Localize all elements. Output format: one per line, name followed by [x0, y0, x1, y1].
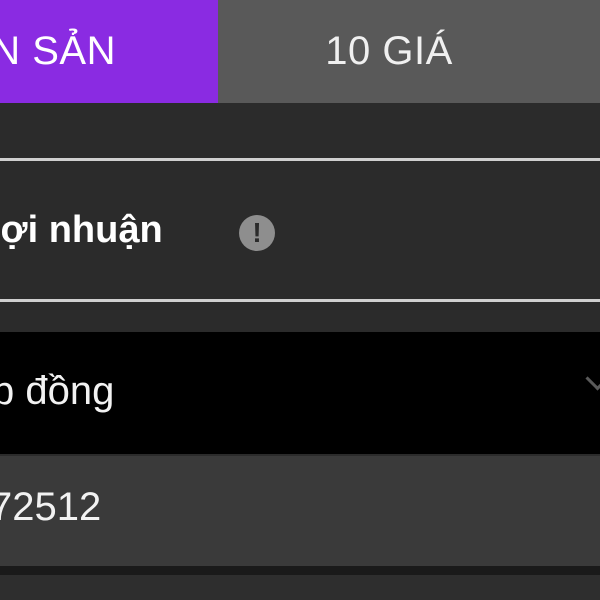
profit-label: lợi nhuận [0, 209, 163, 251]
contract-select-label: p đồng [0, 369, 115, 413]
divider [0, 299, 600, 302]
tab-assets[interactable]: N SẢN [0, 0, 218, 103]
tab-assets-label: N SẢN [0, 29, 116, 73]
next-row [0, 575, 600, 600]
tab-10-prices-label: 10 GIÁ [325, 29, 453, 73]
tab-bar: N SẢN 10 GIÁ [0, 0, 600, 103]
contract-value: 72512 [0, 485, 102, 529]
info-icon[interactable]: ! [239, 215, 275, 251]
tab-10-prices[interactable]: 10 GIÁ [218, 0, 600, 103]
screen-root: N SẢN 10 GIÁ lợi nhuận ! p đồng 72512 [0, 0, 600, 600]
